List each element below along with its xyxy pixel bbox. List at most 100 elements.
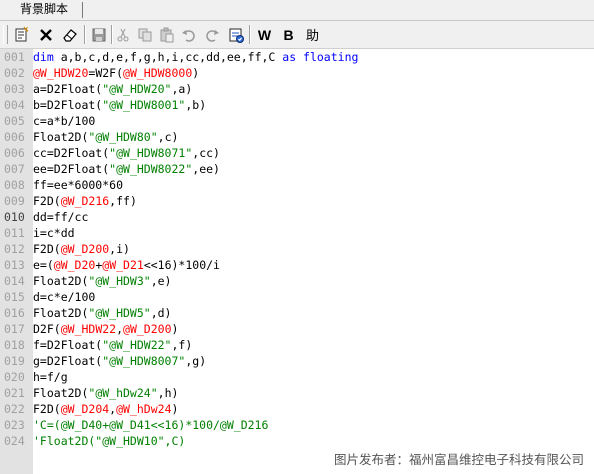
code-token: Float2D( [33, 274, 89, 288]
variable-token: @W_HDW8000 [123, 66, 193, 80]
code-text[interactable]: Float2D("@W_hDw24",h) [33, 385, 178, 401]
code-text[interactable]: F2D(@W_D200,i) [33, 241, 130, 257]
b-button[interactable]: B [279, 25, 298, 44]
code-token: h=f/g [33, 370, 68, 384]
eraser-icon[interactable] [60, 25, 79, 44]
undo-icon[interactable] [179, 25, 198, 44]
line-number: 014 [4, 274, 25, 288]
string-token: "@W_HDW8071" [109, 146, 193, 160]
code-text[interactable]: Float2D("@W_HDW3",e) [33, 273, 171, 289]
code-token: F2D( [33, 194, 61, 208]
code-text[interactable]: c=a*b/100 [33, 113, 95, 129]
variable-token: @W_hDw24 [116, 402, 172, 416]
line-number: 015 [4, 290, 25, 304]
code-token: ,e) [150, 274, 172, 288]
keyword-token: dim [33, 50, 54, 64]
line-number: 022 [4, 402, 25, 416]
code-text[interactable]: dim a,b,c,d,e,f,g,h,i,cc,dd,ee,ff,C as f… [33, 49, 358, 65]
code-token: d=c*e/100 [33, 290, 96, 304]
line-number: 017 [4, 322, 25, 336]
code-token: b=D2Float( [33, 98, 103, 112]
w-button[interactable]: W [255, 25, 274, 44]
code-text[interactable]: i=c*dd [33, 225, 75, 241]
string-token: "@W_HDW22" [102, 338, 172, 352]
toolbar-grip[interactable] [3, 25, 8, 44]
code-text[interactable]: ff=ee*6000*60 [33, 177, 123, 193]
script-editor[interactable]: 001 dim a,b,c,d,e,f,g,h,i,cc,dd,ee,ff,C a… [0, 49, 594, 474]
line-number: 024 [4, 434, 25, 448]
code-token: ) [171, 402, 179, 416]
line-number: 019 [4, 354, 25, 368]
line-number: 007 [4, 162, 25, 176]
line-number: 008 [4, 178, 25, 192]
code-text[interactable]: @W_HDW20=W2F(@W_HDW8000) [33, 65, 199, 81]
code-token: Float2D( [33, 386, 89, 400]
string-token: "@W_HDW8022" [109, 162, 193, 176]
redo-icon[interactable] [202, 25, 221, 44]
delete-icon[interactable] [36, 25, 55, 44]
code-text[interactable]: Float2D("@W_HDW5",d) [33, 305, 171, 321]
line-number: 009 [4, 194, 25, 208]
line-number: 011 [4, 226, 25, 240]
line-number: 012 [4, 242, 25, 256]
code-token: F2D( [33, 402, 61, 416]
code-token: ff=ee*6000*60 [33, 178, 124, 192]
tab-background-script[interactable]: 背景脚本 [14, 0, 74, 20]
variable-token: @W_D216 [60, 194, 110, 208]
line-number: 013 [4, 258, 25, 272]
watermark-caption: 图片发布者：福州富昌维控电子科技有限公司 [333, 452, 584, 467]
code-token: ,f) [171, 338, 193, 352]
code-text[interactable]: F2D(@W_D204,@W_hDw24) [33, 401, 178, 417]
cut-icon[interactable] [113, 25, 132, 44]
tab-separator [82, 2, 83, 18]
code-text[interactable]: dd=ff/cc [33, 209, 88, 225]
code-text[interactable]: d=c*e/100 [33, 289, 95, 305]
code-token: F2D( [33, 242, 61, 256]
keyword-token: as floating [282, 50, 359, 64]
code-token: ,c) [157, 130, 179, 144]
paste-icon[interactable] [157, 25, 176, 44]
code-token: Float2D( [33, 306, 89, 320]
string-token: "@W_HDW8007" [102, 354, 186, 368]
code-token: ee=D2Float( [33, 162, 110, 176]
toolbar: W B 助 [0, 21, 594, 49]
variable-token: @W_D20 [53, 258, 96, 272]
code-text[interactable]: g=D2Float("@W_HDW8007",g) [33, 353, 206, 369]
code-token: a,b,c,d,e,f,g,h,i,cc,dd,ee,ff,C [53, 50, 283, 64]
line-number: 018 [4, 338, 25, 352]
code-text[interactable]: e=(@W_D20+@W_D21<<16)*100/i [33, 257, 220, 273]
tab-bar: 背景脚本 [0, 0, 594, 21]
code-token: ) [192, 66, 200, 80]
compile-icon[interactable] [226, 25, 245, 44]
line-number: 021 [4, 386, 25, 400]
new-icon[interactable] [11, 25, 30, 44]
save-icon[interactable] [89, 25, 108, 44]
code-text[interactable]: Float2D("@W_HDW80",c) [33, 129, 178, 145]
code-token: ,g) [185, 354, 207, 368]
variable-token: @W_D21 [102, 258, 144, 272]
code-text[interactable]: cc=D2Float("@W_HDW8071",cc) [33, 145, 220, 161]
code-text[interactable]: a=D2Float("@W_HDW20",a) [33, 81, 192, 97]
code-text[interactable]: f=D2Float("@W_HDW22",f) [33, 337, 192, 353]
code-text[interactable]: ee=D2Float("@W_HDW8022",ee) [33, 161, 220, 177]
string-token: "@W_HDW8001" [102, 98, 186, 112]
code-token: ,i) [109, 242, 130, 256]
comment-token: 'C=(@W_D40+@W_D41<<16)*100/@W_D216 [33, 418, 269, 432]
code-text[interactable]: 'Float2D("@W_HDW10",C) [33, 433, 185, 449]
line-number: 006 [4, 130, 25, 144]
code-token: cc=D2Float( [33, 146, 110, 160]
copy-icon[interactable] [135, 25, 154, 44]
string-token: "@W_HDW3" [88, 274, 151, 288]
string-token: "@W_HDW20" [102, 82, 172, 96]
code-token: Float2D( [33, 130, 89, 144]
help-button[interactable]: 助 [303, 25, 322, 44]
code-text[interactable]: b=D2Float("@W_HDW8001",b) [33, 97, 206, 113]
code-text[interactable]: F2D(@W_D216,ff) [33, 193, 137, 209]
code-token: <<16)*100/i [143, 258, 220, 272]
code-token: ,ff) [109, 194, 137, 208]
code-text[interactable]: 'C=(@W_D40+@W_D41<<16)*100/@W_D216 [33, 417, 268, 433]
code-text[interactable]: h=f/g [33, 369, 68, 385]
code-token: a=D2Float( [33, 82, 103, 96]
code-text[interactable]: D2F(@W_HDW22,@W_D200) [33, 321, 178, 337]
variable-token: @W_HDW22 [60, 322, 117, 336]
